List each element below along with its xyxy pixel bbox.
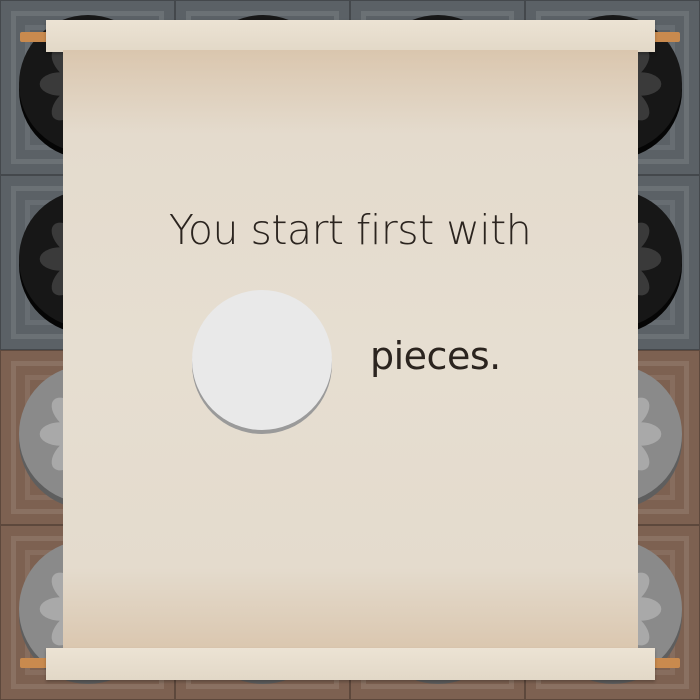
start-message-pieces-label: pieces.: [370, 334, 501, 378]
start-message-text: You start first with: [168, 206, 532, 254]
scroll-bottom-roller: [46, 648, 655, 680]
start-message-scroll: You start first with pieces.: [0, 0, 700, 700]
white-piece-icon: [192, 290, 332, 434]
game-screen: You start first with pieces.: [0, 0, 700, 700]
scroll-paper: [63, 50, 638, 652]
scroll-top-roller: [46, 20, 655, 52]
